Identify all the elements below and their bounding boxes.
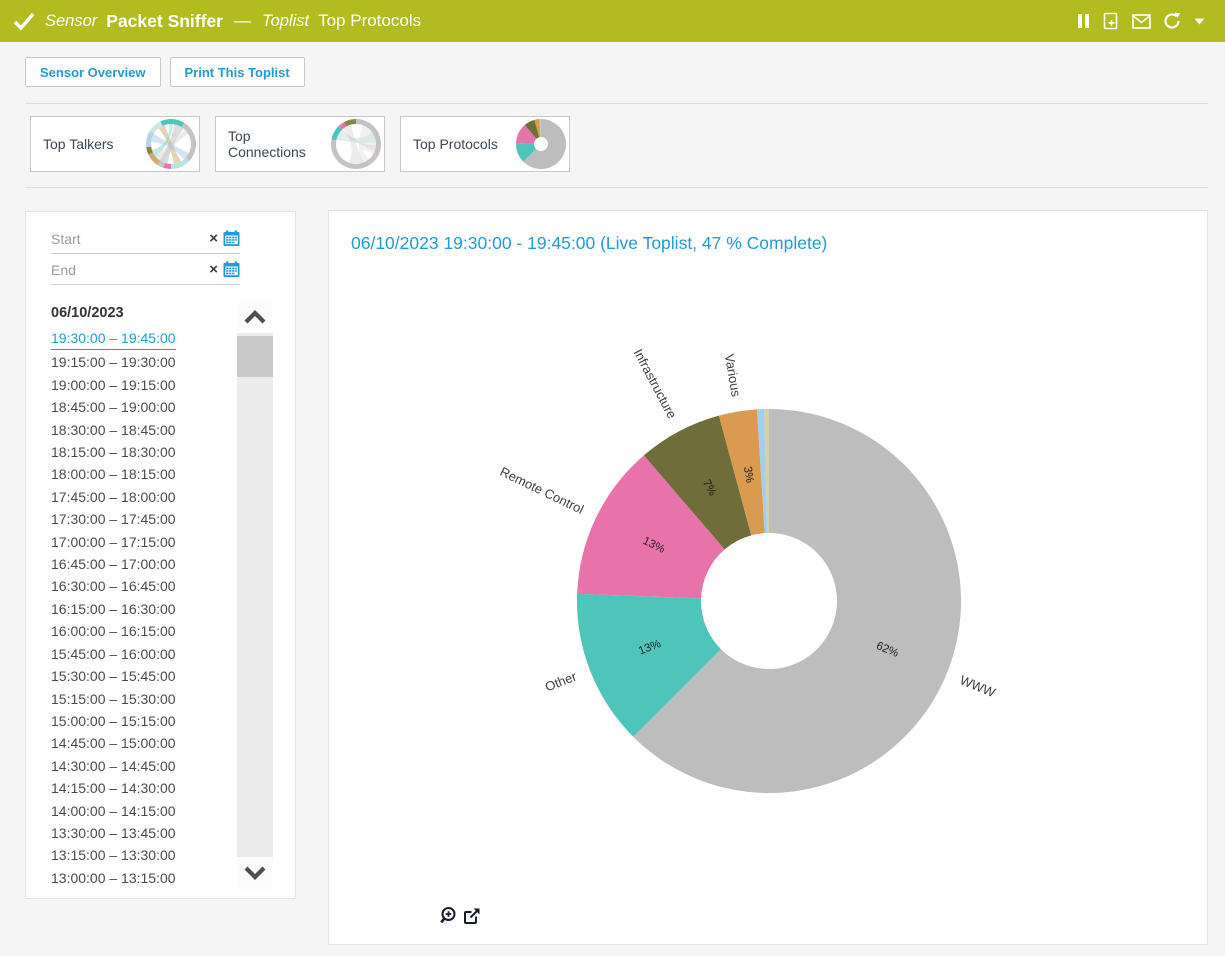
slice-name-label: Remote Control xyxy=(498,464,587,517)
toplist-interval-link[interactable]: 13:30:00 – 13:45:00 xyxy=(51,822,176,844)
interval-list: 19:30:00 – 19:45:0019:15:00 – 19:30:0019… xyxy=(51,328,231,889)
toplist-panel: 06/10/2023 19:30:00 - 19:45:00 (Live Top… xyxy=(328,210,1208,945)
pause-icon[interactable] xyxy=(1077,13,1090,29)
tab-top-protocols[interactable]: Top Protocols xyxy=(400,116,570,172)
sensor-name: Packet Sniffer xyxy=(106,11,223,32)
breadcrumb-separator: — xyxy=(234,11,251,31)
header-actions xyxy=(1077,12,1213,30)
start-date-input[interactable] xyxy=(51,231,204,247)
toplist-interval-link[interactable]: 17:00:00 – 17:15:00 xyxy=(51,531,176,553)
start-date-field: × xyxy=(51,224,240,254)
tab-label: Top Connections xyxy=(228,128,330,160)
toplist-interval-link[interactable]: 16:30:00 – 16:45:00 xyxy=(51,575,176,597)
tab-label: Top Talkers xyxy=(43,136,114,152)
open-new-window-icon[interactable] xyxy=(463,906,481,925)
protocols-donut-chart: 62%WWW13%Other13%Remote Control7%Infrast… xyxy=(329,211,1209,951)
print-toplist-button[interactable]: Print This Toplist xyxy=(170,57,305,87)
tab-top-connections[interactable]: Top Connections xyxy=(215,116,385,172)
object-type-label: Sensor xyxy=(45,12,97,31)
toplist-interval-link[interactable]: 18:00:00 – 18:15:00 xyxy=(51,463,176,485)
email-icon[interactable] xyxy=(1132,14,1151,29)
toplist-interval-link[interactable]: 19:15:00 – 19:30:00 xyxy=(51,351,176,373)
tab-label: Top Protocols xyxy=(413,136,498,152)
page-header: Sensor Packet Sniffer — Toplist Top Prot… xyxy=(0,0,1225,42)
breadcrumb: Sensor Packet Sniffer — Toplist Top Prot… xyxy=(12,10,1077,32)
toplist-interval-link[interactable]: 15:30:00 – 15:45:00 xyxy=(51,665,176,687)
toplist-interval-link[interactable]: 19:00:00 – 19:15:00 xyxy=(51,374,176,396)
toplist-interval-link[interactable]: 16:00:00 – 16:15:00 xyxy=(51,620,176,642)
toplist-interval-link[interactable]: 15:00:00 – 15:15:00 xyxy=(51,710,176,732)
tab-top-talkers[interactable]: Top Talkers xyxy=(30,116,200,172)
toplist-interval-link[interactable]: 14:00:00 – 14:15:00 xyxy=(51,800,176,822)
start-calendar-icon[interactable] xyxy=(223,230,240,247)
end-date-field: × xyxy=(51,255,240,285)
donut-chart-thumbnail xyxy=(515,118,567,170)
toplist-interval-link[interactable]: 15:45:00 – 16:00:00 xyxy=(51,643,176,665)
scrollbar-thumb[interactable] xyxy=(237,336,273,377)
end-calendar-icon[interactable] xyxy=(223,261,240,278)
toplist-interval-link[interactable]: 14:30:00 – 14:45:00 xyxy=(51,755,176,777)
separator-line xyxy=(25,103,1208,104)
refresh-icon[interactable] xyxy=(1163,12,1182,30)
separator-line xyxy=(25,187,1208,188)
interval-sidebar: × × xyxy=(25,211,296,899)
chord-diagram-thumbnail xyxy=(145,118,197,170)
add-report-icon[interactable] xyxy=(1102,12,1120,30)
slice-name-label: Various xyxy=(722,353,744,398)
zoom-in-icon[interactable] xyxy=(439,906,457,925)
context-type-label: Toplist xyxy=(262,12,309,31)
toplist-interval-link[interactable]: 15:15:00 – 15:30:00 xyxy=(51,688,176,710)
donut-chart-svg: 62%WWW13%Other13%Remote Control7%Infrast… xyxy=(329,211,1209,946)
toolbar: Sensor Overview Print This Toplist xyxy=(25,57,305,87)
toplist-interval-link[interactable]: 18:15:00 – 18:30:00 xyxy=(51,441,176,463)
sensor-overview-button[interactable]: Sensor Overview xyxy=(25,57,161,87)
scroll-up-button[interactable] xyxy=(237,301,273,333)
chord-diagram-thumbnail xyxy=(330,118,382,170)
chevron-down-icon xyxy=(243,866,267,880)
caret-down-icon[interactable] xyxy=(1194,18,1205,25)
toplist-interval-link[interactable]: 19:30:00 – 19:45:00 xyxy=(51,328,176,350)
toplist-interval-link[interactable]: 13:00:00 – 13:15:00 xyxy=(51,867,176,889)
clear-end-icon[interactable]: × xyxy=(209,262,218,277)
chart-footer-actions xyxy=(439,906,481,925)
toplist-interval-link[interactable]: 16:45:00 – 17:00:00 xyxy=(51,553,176,575)
interval-scrollbar xyxy=(237,301,273,889)
toplist-tab-bar: Top Talkers Top Connections Top Protocol… xyxy=(30,116,570,172)
toplist-interval-link[interactable]: 13:15:00 – 13:30:00 xyxy=(51,844,176,866)
check-icon xyxy=(12,10,36,32)
toplist-interval-link[interactable]: 18:30:00 – 18:45:00 xyxy=(51,419,176,441)
slice-name-label: Infrastructure xyxy=(631,346,680,421)
toplist-interval-link[interactable]: 14:45:00 – 15:00:00 xyxy=(51,732,176,754)
toplist-interval-link[interactable]: 16:15:00 – 16:30:00 xyxy=(51,598,176,620)
scrollbar-track[interactable] xyxy=(237,333,273,857)
interval-date-header: 06/10/2023 xyxy=(51,305,124,321)
clear-start-icon[interactable]: × xyxy=(209,231,218,246)
chevron-up-icon xyxy=(243,310,267,324)
slice-name-label: Other xyxy=(543,668,579,694)
toplist-interval-link[interactable]: 17:30:00 – 17:45:00 xyxy=(51,508,176,530)
scroll-down-button[interactable] xyxy=(237,857,273,889)
toplist-interval-link[interactable]: 18:45:00 – 19:00:00 xyxy=(51,396,176,418)
end-date-input[interactable] xyxy=(51,262,204,278)
toplist-interval-link[interactable]: 17:45:00 – 18:00:00 xyxy=(51,486,176,508)
toplist-name: Top Protocols xyxy=(318,11,421,31)
slice-name-label: WWW xyxy=(958,672,998,700)
toplist-interval-link[interactable]: 14:15:00 – 14:30:00 xyxy=(51,777,176,799)
